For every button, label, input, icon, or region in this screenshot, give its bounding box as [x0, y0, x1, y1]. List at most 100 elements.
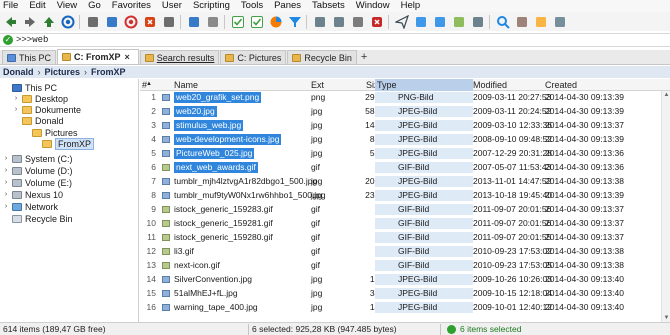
table-row[interactable]: 6next_web_awards.gifgif7 KBGIF-Bild2007-… — [140, 162, 660, 173]
close-tab-icon[interactable]: × — [125, 52, 130, 62]
menu-item-window[interactable]: Window — [356, 0, 390, 12]
tree-item-system-c-[interactable]: › System (C:) — [2, 153, 73, 164]
expand-icon[interactable]: › — [12, 106, 20, 113]
expand-icon[interactable]: › — [12, 95, 20, 102]
menu-item-user[interactable]: User — [162, 0, 182, 12]
file-name[interactable]: next-icon.gif — [174, 260, 220, 271]
table-row[interactable]: 2web20.jpgjpg583 KBJPEG-Bild2009-03-11 2… — [140, 106, 660, 117]
grid-icon[interactable] — [413, 15, 428, 29]
file-name[interactable]: stimulus_web.jpg — [174, 120, 244, 131]
expand-icon[interactable]: › — [2, 203, 10, 210]
file-name[interactable]: tumblr_muf9tyW0Nx1rw6hhbo1_500.jpg — [174, 190, 326, 201]
file-name[interactable]: tumblr_mjh4lztvgA1r82dbgo1_500.jpg — [174, 176, 317, 187]
address-input[interactable]: >>>web — [16, 35, 48, 45]
move-files-icon[interactable] — [331, 15, 346, 29]
menu-item-tools[interactable]: Tools — [241, 0, 263, 12]
table-row[interactable]: 7 tumblr_mjh4lztvgA1r82dbgo1_500.jpg jpg 20… — [140, 176, 660, 187]
tree-item-volume-e-[interactable]: › Volume (E:) — [2, 177, 72, 188]
folder-open-icon[interactable] — [161, 15, 176, 29]
column-header-created[interactable]: Created — [545, 79, 577, 91]
tree-item-this-pc[interactable]: This PC — [2, 82, 57, 93]
table-row[interactable]: 13next-icon.gifgif1 KBGIF-Bild2010-09-23… — [140, 260, 660, 271]
search-icon[interactable] — [495, 15, 510, 29]
undo-icon[interactable] — [186, 15, 201, 29]
tools-icon[interactable] — [514, 15, 529, 29]
expand-icon[interactable]: › — [2, 191, 10, 198]
android-icon[interactable] — [451, 15, 466, 29]
redo-icon[interactable] — [205, 15, 220, 29]
address-ok-icon[interactable]: ✓ — [3, 35, 13, 45]
column-header-modified[interactable]: Modified — [473, 79, 507, 91]
file-name[interactable]: web20.jpg — [174, 106, 217, 117]
column-header-type[interactable]: Type — [375, 79, 473, 91]
file-name[interactable]: web20_grafik_set.png — [174, 92, 262, 103]
record-icon[interactable] — [123, 15, 138, 29]
menu-item-tabsets[interactable]: Tabsets — [312, 0, 345, 12]
tree-item-donald[interactable]: Donald — [12, 115, 64, 126]
computer-icon[interactable] — [85, 15, 100, 29]
table-row[interactable]: 16warning_tape_400.jpgjpg14 KBJPEG-Bild2… — [140, 302, 660, 313]
table-row[interactable]: 9istock_generic_159283.gifgif2 KBGIF-Bil… — [140, 204, 660, 215]
tree-item-volume-d-[interactable]: › Volume (D:) — [2, 165, 73, 176]
forward-arrow-icon[interactable] — [22, 15, 37, 29]
file-name[interactable]: next_web_awards.gif — [174, 162, 258, 173]
expand-icon[interactable]: › — [2, 167, 10, 174]
up-arrow-icon[interactable] — [41, 15, 56, 29]
scroll-up-icon[interactable]: ▲ — [662, 92, 670, 98]
target-icon[interactable] — [60, 15, 75, 29]
tab-this-pc[interactable]: This PC — [2, 50, 57, 64]
add-tab-icon[interactable]: + — [361, 50, 367, 64]
address-bar[interactable]: ✓ >>>web — [0, 33, 670, 47]
tree-item-pictures[interactable]: Pictures — [22, 127, 78, 138]
tab-search-results[interactable]: Search results — [139, 50, 220, 64]
file-name[interactable]: 51alMhEJ+fL.jpg — [174, 288, 238, 299]
menu-item-panes[interactable]: Panes — [274, 0, 301, 12]
tree-item-fromxp[interactable]: FromXP — [32, 137, 95, 150]
tree-item-recycle-bin[interactable]: Recycle Bin — [2, 213, 73, 224]
details-icon[interactable] — [470, 15, 485, 29]
back-arrow-icon[interactable] — [3, 15, 18, 29]
cut-icon[interactable] — [350, 15, 365, 29]
breadcrumb-fromxp[interactable]: FromXP — [91, 67, 126, 77]
copy-icon[interactable] — [104, 15, 119, 29]
column-header-ext[interactable]: Ext — [311, 79, 324, 91]
menu-item-go[interactable]: Go — [88, 0, 101, 12]
table-row[interactable]: 3stimulus_web.jpgjpg140 KBJPEG-Bild2009-… — [140, 120, 660, 131]
table-row[interactable]: 8 tumblr_muf9tyW0Nx1rw6hhbo1_500.jpg jpg 23… — [140, 190, 660, 201]
table-row[interactable]: 5PictureWeb_025.jpgjpg57 KBJPEG-Bild2007… — [140, 148, 660, 159]
expand-icon[interactable]: › — [2, 179, 10, 186]
vertical-scrollbar[interactable]: ▲ ▼ — [661, 91, 670, 322]
delete-icon[interactable] — [369, 15, 384, 29]
file-name[interactable]: istock_generic_159280.gif — [174, 232, 273, 243]
checkbox-icon[interactable] — [249, 15, 264, 29]
menu-item-favorites[interactable]: Favorites — [112, 0, 151, 12]
menu-item-scripting[interactable]: Scripting — [193, 0, 230, 12]
tree-item-desktop[interactable]: › Desktop — [12, 93, 68, 104]
check-green-icon[interactable] — [230, 15, 245, 29]
file-name[interactable]: istock_generic_159283.gif — [174, 204, 273, 215]
tab-c-pictures[interactable]: C: Pictures — [220, 50, 287, 64]
menu-item-file[interactable]: File — [3, 0, 18, 12]
copy-files-icon[interactable] — [312, 15, 327, 29]
filter-icon[interactable] — [287, 15, 302, 29]
table-row[interactable]: 11istock_generic_159280.gifgif2 KBGIF-Bi… — [140, 232, 660, 243]
brush-icon[interactable] — [533, 15, 548, 29]
table-row[interactable]: 4web-development-icons.jpgjpg85 KBJPEG-B… — [140, 134, 660, 145]
column-header-name[interactable]: Name — [174, 79, 198, 91]
file-name[interactable]: web-development-icons.jpg — [174, 134, 282, 145]
tree-item-dokumente[interactable]: › Dokumente — [12, 104, 81, 115]
menu-item-help[interactable]: Help — [401, 0, 421, 12]
file-name[interactable]: istock_generic_159281.gif — [174, 218, 273, 229]
table-row[interactable]: 1web20_grafik_set.pngpng291 KBPNG-Bild20… — [140, 92, 660, 103]
stop-icon[interactable] — [142, 15, 157, 29]
file-name[interactable]: li3.gif — [174, 246, 194, 257]
pie-chart-icon[interactable] — [268, 15, 283, 29]
list-icon[interactable] — [432, 15, 447, 29]
table-row[interactable]: 1551alMhEJ+fL.jpgjpg34 KBJPEG-Bild2009-1… — [140, 288, 660, 299]
send-icon[interactable] — [394, 14, 409, 29]
file-name[interactable]: PictureWeb_025.jpg — [174, 148, 255, 159]
tab-c-fromxp[interactable]: C: FromXP × — [57, 49, 139, 64]
tree-item-network[interactable]: › Network — [2, 201, 58, 212]
tab-recycle-bin[interactable]: Recycle Bin — [287, 50, 357, 64]
file-name[interactable]: warning_tape_400.jpg — [174, 302, 258, 313]
